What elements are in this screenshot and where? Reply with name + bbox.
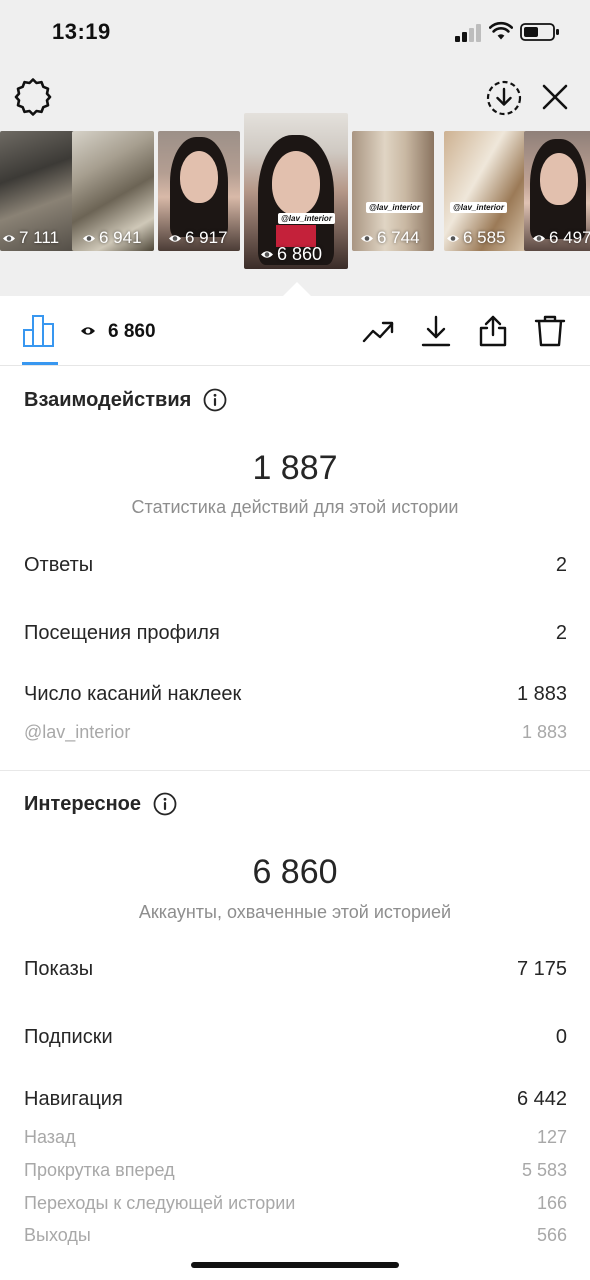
- stat-value: 7 175: [516, 958, 567, 980]
- trend-icon[interactable]: [361, 314, 395, 348]
- eye-icon: [3, 234, 15, 242]
- eye-icon: [81, 327, 95, 335]
- stat-row-impressions: Показы 7 175: [24, 958, 567, 981]
- thumbnail-views: 6 941: [82, 228, 142, 248]
- tab-active-indicator: [22, 362, 58, 365]
- discovery-section-title: Интересное: [24, 792, 177, 816]
- wifi-icon: [489, 21, 513, 40]
- stat-label: Ответы: [24, 554, 94, 576]
- stat-value: 5 583: [521, 1160, 567, 1180]
- stat-label: Подписки: [24, 1026, 113, 1048]
- signal-icon: [455, 24, 483, 42]
- thumbnail-views: 7 111: [2, 228, 59, 248]
- thumbnail-views: 6 860: [260, 244, 322, 265]
- stat-subrow-exits: Выходы 566: [24, 1225, 567, 1246]
- stat-value: 1 883: [521, 722, 567, 742]
- story-thumbnail[interactable]: 6 497: [524, 131, 590, 251]
- stat-row-replies: Ответы 2: [24, 554, 567, 577]
- thumbnail-face: [180, 151, 218, 203]
- stat-label: Выходы: [24, 1225, 91, 1245]
- stat-subrow-forward: Прокрутка вперед 5 583: [24, 1160, 567, 1181]
- download-circle-icon[interactable]: [484, 78, 524, 118]
- bar-chart-icon[interactable]: [22, 312, 58, 348]
- stat-label: Посещения профиля: [24, 622, 220, 644]
- stat-row-sticker-taps: Число касаний наклеек 1 883: [24, 683, 567, 706]
- eye-icon: [261, 251, 273, 258]
- discovery-title-text: Интересное: [24, 792, 141, 815]
- stat-label: Назад: [24, 1127, 76, 1147]
- stat-subrow-mention: @lav_interior 1 883: [24, 722, 567, 743]
- interactions-section-title: Взаимодействия: [24, 388, 227, 412]
- stat-label: @lav_interior: [24, 722, 131, 742]
- stat-label: Прокрутка вперед: [24, 1160, 175, 1180]
- eye-icon: [533, 234, 545, 242]
- status-bar: 13:19: [0, 0, 590, 64]
- stat-value: 127: [536, 1127, 567, 1147]
- thumbnail-mention-tag: @lav_interior: [366, 202, 423, 213]
- stat-label: Число касаний наклеек: [24, 683, 242, 705]
- thumbnail-views: 6 497: [532, 228, 590, 248]
- thumbnail-face: [272, 151, 320, 215]
- stat-label: Переходы к следующей истории: [24, 1193, 296, 1213]
- selection-pointer: [283, 282, 311, 296]
- info-icon[interactable]: [153, 792, 177, 816]
- home-indicator[interactable]: [191, 1262, 399, 1268]
- thumbnail-views: 6 585: [446, 228, 506, 248]
- interactions-caption: Статистика действий для этой истории: [131, 497, 459, 517]
- stat-row-follows: Подписки 0: [24, 1026, 567, 1049]
- interactions-title-text: Взаимодействия: [24, 388, 192, 411]
- stat-value: 6 442: [516, 1088, 567, 1110]
- story-thumbnail[interactable]: 6 917: [158, 131, 240, 251]
- thumbnail-mention-tag: @lav_interior: [450, 202, 507, 213]
- thumbnail-mention-tag: @lav_interior: [278, 213, 335, 224]
- story-thumbnail[interactable]: @lav_interior 6 585: [444, 131, 526, 251]
- story-thumbnail[interactable]: @lav_interior 6 744: [352, 131, 434, 251]
- thumbnail-face: [540, 153, 578, 205]
- thumbnail-views: 6 744: [360, 228, 420, 248]
- discovery-total: 6 860: [252, 853, 338, 891]
- stat-row-navigation: Навигация 6 442: [24, 1088, 567, 1111]
- stat-subrow-back: Назад 127: [24, 1127, 567, 1148]
- section-divider: [0, 770, 590, 771]
- story-thumbnail-selected[interactable]: @lav_interior 6 860: [244, 113, 348, 269]
- views-count: 6 860: [108, 321, 156, 342]
- close-icon[interactable]: [538, 80, 572, 114]
- insights-toolbar: 6 860: [0, 296, 590, 366]
- stat-subrow-next-story: Переходы к следующей истории 166: [24, 1193, 567, 1214]
- thumbnail-views: 6 917: [168, 228, 228, 248]
- battery-icon: [520, 23, 559, 41]
- stat-label: Показы: [24, 958, 94, 980]
- eye-icon: [361, 234, 373, 242]
- story-thumbnail[interactable]: 6 941: [72, 131, 154, 251]
- stat-value: 166: [536, 1193, 567, 1213]
- stat-row-profile-visits: Посещения профиля 2: [24, 622, 567, 645]
- download-icon[interactable]: [419, 314, 453, 348]
- info-icon[interactable]: [203, 388, 227, 412]
- gear-icon[interactable]: [14, 78, 52, 116]
- stat-value: 2: [555, 554, 567, 576]
- stat-label: Навигация: [24, 1088, 123, 1110]
- status-time: 13:19: [52, 19, 111, 44]
- discovery-caption: Аккаунты, охваченные этой историей: [138, 902, 452, 922]
- trash-icon[interactable]: [533, 314, 567, 348]
- eye-icon: [447, 234, 459, 242]
- eye-icon: [83, 234, 95, 242]
- stat-value: 1 883: [516, 683, 567, 705]
- eye-icon: [169, 234, 181, 242]
- story-thumbnail[interactable]: 7 111: [0, 131, 82, 251]
- stories-carousel-area: 13:19 7 111 6 941 6 917 @lav_interior 6 …: [0, 0, 590, 296]
- stat-value: 0: [555, 1026, 567, 1048]
- stat-value: 2: [555, 622, 567, 644]
- interactions-total: 1 887: [252, 449, 338, 487]
- stat-value: 566: [536, 1225, 567, 1245]
- share-icon[interactable]: [476, 314, 510, 348]
